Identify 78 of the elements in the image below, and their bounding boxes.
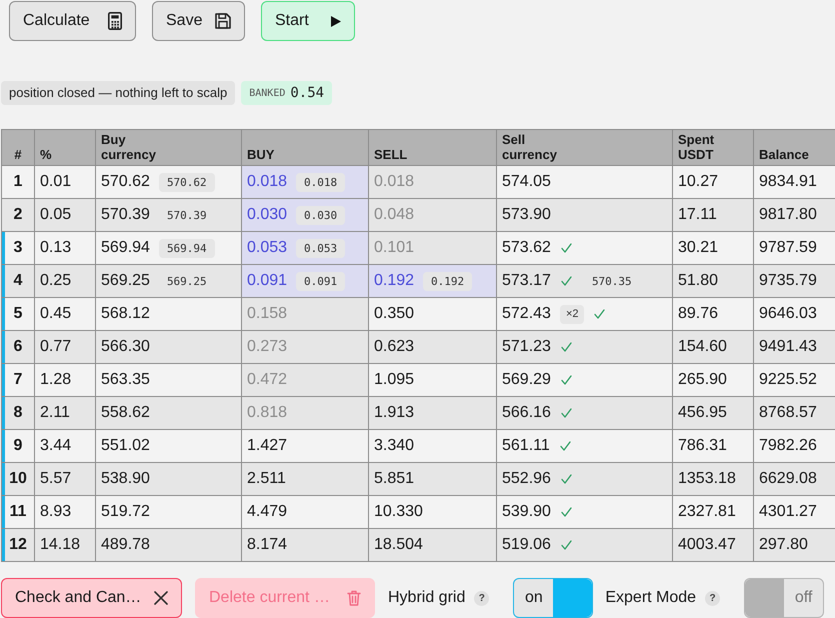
price-note: 570.35 — [584, 272, 640, 290]
calculate-button[interactable]: Calculate — [9, 1, 136, 41]
table-cell: 0.048 — [368, 198, 496, 232]
help-icon[interactable]: ? — [705, 590, 720, 606]
table-cell: 0.101 — [368, 232, 496, 264]
amount-tag: 0.192 — [423, 272, 472, 291]
sell-price: 569.29 — [502, 370, 551, 390]
amount-tag: 0.030 — [296, 206, 346, 225]
table-cell: 8.174 — [242, 528, 368, 562]
table-cell: 489.78 — [96, 528, 242, 562]
column-header: Spent USDT — [672, 130, 754, 166]
order-amount: 0.018 — [247, 173, 288, 190]
order-amount: 0.030 — [247, 206, 288, 223]
row-number: 12 — [9, 536, 27, 553]
sell-price: 561.11 — [502, 436, 550, 456]
help-icon[interactable]: ? — [474, 590, 490, 606]
sell-price: 566.16 — [502, 403, 551, 423]
sell-price: 571.23 — [502, 337, 551, 357]
toggle-switch[interactable]: off — [744, 578, 824, 618]
table-cell: 4003.47 — [672, 528, 754, 562]
trash-icon — [347, 590, 361, 606]
table-cell: 0.818 — [242, 396, 368, 430]
price-tag: 569.25 — [158, 272, 215, 291]
table-cell: 14.18 — [34, 528, 96, 562]
table-cell: 0.273 — [242, 330, 368, 364]
price-tag: 570.39 — [158, 206, 215, 225]
column-header: SELL — [368, 130, 496, 166]
column-header: Balance — [754, 130, 835, 166]
start-button[interactable]: Start — [261, 1, 355, 41]
order-amount: 0.091 — [247, 272, 288, 289]
column-header: BUY — [242, 130, 368, 166]
calculator-icon — [108, 12, 122, 30]
price-tag: 570.62 — [158, 173, 215, 192]
table-cell: 0.018 — [368, 166, 496, 198]
sell-price: 572.43 — [502, 304, 551, 324]
row-number: 6 — [14, 338, 22, 355]
sell-price: 552.96 — [502, 469, 551, 489]
table-cell: 0.472 — [242, 364, 368, 396]
row-number: 3 — [14, 239, 22, 256]
save-button[interactable]: Save — [152, 1, 245, 41]
column-header: Buy currency — [96, 130, 242, 166]
sell-price: 573.17 — [502, 271, 551, 291]
row-number: 7 — [14, 371, 22, 388]
close-icon — [154, 591, 168, 605]
toggle-switch[interactable]: on — [513, 578, 594, 618]
banked-badge: BANKED 0.54 — [241, 81, 332, 105]
table-cell: 0.158 — [242, 298, 368, 330]
amount-tag: 0.053 — [296, 239, 346, 258]
order-amount: 0.053 — [247, 239, 288, 256]
amount-tag: 0.018 — [296, 173, 346, 192]
buy-price: 569.25 — [101, 272, 150, 289]
status-message: position closed — nothing left to scalp — [1, 81, 236, 105]
play-icon — [331, 16, 341, 26]
switch-knob — [745, 579, 784, 617]
sell-price: 519.06 — [502, 535, 551, 555]
buy-price: 570.62 — [101, 173, 150, 190]
amount-tag: 0.091 — [296, 272, 346, 291]
row-number: 4 — [14, 272, 22, 289]
multiplier-tag: ×2 — [560, 304, 584, 324]
row-number: 8 — [14, 404, 22, 421]
row-number: 5 — [14, 305, 22, 322]
price-tag: 569.94 — [158, 239, 215, 258]
order-amount: 0.192 — [374, 272, 414, 289]
row-number: 10 — [9, 470, 27, 487]
column-header: # — [2, 130, 34, 166]
table-cell: 18.504 — [368, 528, 496, 562]
column-header: Sell currency — [496, 130, 672, 166]
switch-label: Expert Mode — [605, 588, 696, 608]
cancel-button[interactable]: Check and Can… — [1, 578, 182, 618]
switch-knob — [553, 579, 592, 617]
row-number: 9 — [14, 437, 22, 454]
column-header: % — [34, 130, 96, 166]
sell-price: 539.90 — [502, 502, 551, 522]
buy-price: 569.94 — [101, 239, 150, 256]
buy-price: 570.39 — [101, 206, 150, 223]
sell-price: 573.62 — [502, 238, 551, 258]
switch-label: Hybrid grid — [388, 588, 466, 608]
row-number: 11 — [10, 503, 26, 520]
